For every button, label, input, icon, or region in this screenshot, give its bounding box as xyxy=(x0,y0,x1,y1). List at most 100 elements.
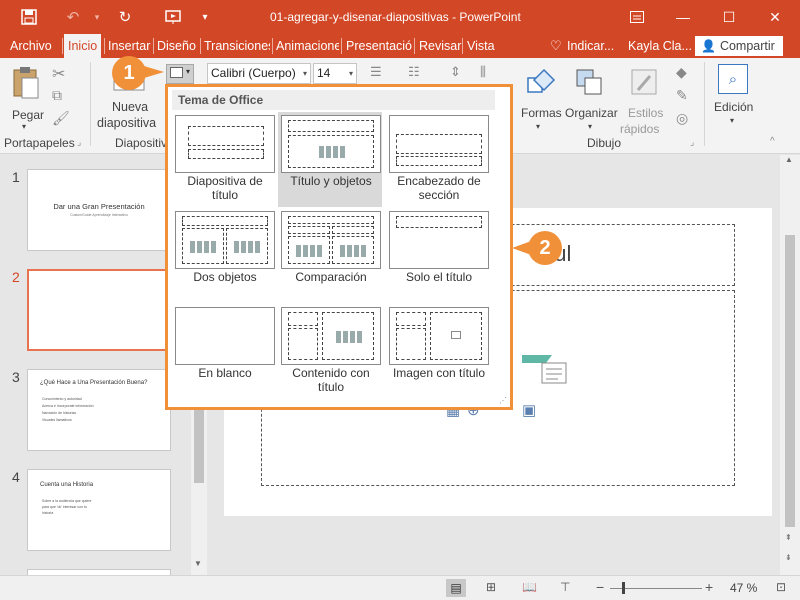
redo-icon[interactable]: ↻ xyxy=(116,8,134,26)
quick-styles-button[interactable]: Estilos rápidos xyxy=(620,64,670,136)
collapse-ribbon-icon[interactable]: ^ xyxy=(770,136,775,147)
layout-title-slide[interactable]: Diapositiva de título xyxy=(172,112,275,204)
zoom-slider-thumb[interactable] xyxy=(622,582,625,594)
arrange-button[interactable]: Organizar ▾ xyxy=(563,64,619,134)
tab-vista[interactable]: Vista xyxy=(467,34,495,58)
picture-box xyxy=(430,312,482,360)
maximize-button[interactable]: ☐ xyxy=(706,0,752,34)
scroll-up-icon[interactable]: ▲ xyxy=(785,155,793,164)
slide-bullets: Sobre a la audiencia que quiere para que… xyxy=(42,498,91,516)
zoom-in-icon[interactable]: + xyxy=(705,579,713,595)
tab-animaciones[interactable]: Animaciones xyxy=(276,34,339,58)
shape-effects-icon[interactable]: ◎ xyxy=(676,110,688,127)
shape-outline-icon[interactable]: ✎ xyxy=(676,87,688,104)
slideshow-view-icon[interactable]: ⊤ xyxy=(560,580,570,594)
share-button[interactable]: 👤 Compartir xyxy=(695,36,783,56)
paste-icon xyxy=(13,67,39,99)
bullet-text: Narración de historias xyxy=(42,411,77,415)
tab-presentacion[interactable]: Presentació xyxy=(346,34,412,58)
slide-subtitle: CustomGuide Aprendizaje Interactivo xyxy=(70,213,128,217)
scroll-down-icon[interactable]: ▼ xyxy=(194,559,202,568)
layout-label: Encabezado de sección xyxy=(397,174,481,202)
fit-to-window-icon[interactable]: ⊡ xyxy=(776,580,786,594)
layout-title-only[interactable]: Solo el título xyxy=(386,208,489,300)
next-slide-icon[interactable]: ⇟ xyxy=(785,553,792,562)
clipboard-group-label: Portapapeles xyxy=(4,136,75,150)
line-spacing-icon[interactable]: ⇕ xyxy=(450,64,461,80)
layout-content-with-caption[interactable]: Contenido con título xyxy=(278,304,381,396)
editor-scrollbar[interactable]: ▲ ⇞ ⇟ xyxy=(780,155,800,575)
content-box xyxy=(288,135,374,168)
resize-grip-icon[interactable]: ⋰ xyxy=(499,396,507,405)
bullets-icon[interactable]: ☰ xyxy=(370,64,382,80)
tab-separator xyxy=(414,38,415,54)
previous-slide-icon[interactable]: ⇞ xyxy=(785,533,792,542)
user-icon: 👤 xyxy=(701,39,716,53)
editing-button[interactable]: ⌕ Edición ▾ xyxy=(710,62,760,134)
content-box xyxy=(226,228,268,264)
layout-icon xyxy=(170,67,183,78)
undo-dropdown-icon[interactable]: ▾ xyxy=(88,8,106,26)
slide-thumbnail-1[interactable]: Dar una Gran Presentación CustomGuide Ap… xyxy=(27,169,171,251)
dialog-launcher-icon[interactable]: ⌟ xyxy=(690,137,694,148)
close-button[interactable]: ✕ xyxy=(752,0,798,34)
shape-fill-icon[interactable]: ◆ xyxy=(676,64,687,81)
minimize-button[interactable]: — xyxy=(660,0,706,34)
title-box xyxy=(188,126,264,146)
title-box xyxy=(396,312,426,326)
layout-gallery: Tema de Office Diapositiva de título Títu… xyxy=(165,84,513,410)
customize-toolbar-icon[interactable]: ▾ xyxy=(196,8,214,26)
shapes-button[interactable]: Formas ▾ xyxy=(520,64,562,134)
chevron-down-icon: ▾ xyxy=(730,116,735,125)
font-size-combo[interactable]: 14 ▾ xyxy=(313,63,357,84)
step-callout-2: 2 xyxy=(528,231,562,265)
layout-blank[interactable]: En blanco xyxy=(172,304,275,396)
layout-picture-with-caption[interactable]: Imagen con título xyxy=(386,304,489,396)
layout-thumbnail xyxy=(389,115,489,173)
window-title: 01-agregar-y-disenar-diapositivas - Powe… xyxy=(270,10,521,24)
insert-video-icon[interactable]: ▣ xyxy=(522,401,536,419)
start-slideshow-icon[interactable] xyxy=(164,8,182,26)
layout-title-and-content[interactable]: Título y objetos xyxy=(278,112,382,207)
group-separator xyxy=(704,62,705,146)
layout-section-header[interactable]: Encabezado de sección xyxy=(386,112,489,204)
slide-thumbnail-3[interactable]: ¿Qué Hace a Una Presentación Buena? Cono… xyxy=(27,369,171,451)
cut-icon[interactable]: ✂ xyxy=(52,64,65,84)
zoom-out-icon[interactable]: − xyxy=(596,579,604,595)
tab-diseno[interactable]: Diseño xyxy=(157,34,196,58)
slide-sorter-icon[interactable]: ⊞ xyxy=(486,580,496,594)
format-painter-icon[interactable]: 🖌 xyxy=(52,110,70,127)
scroll-thumb[interactable] xyxy=(785,235,795,527)
callout-arrow-1 xyxy=(144,66,164,78)
tell-me-search[interactable]: Indicar... xyxy=(567,34,614,58)
user-name[interactable]: Kayla Cla... xyxy=(628,34,692,58)
ribbon-display-options-icon[interactable] xyxy=(614,0,660,34)
slide-number: 4 xyxy=(12,469,20,485)
save-icon[interactable] xyxy=(20,8,38,26)
tab-revisar[interactable]: Revisar xyxy=(419,34,461,58)
paste-button[interactable]: Pegar ▾ xyxy=(10,66,44,131)
font-name-combo[interactable]: Calibri (Cuerpo) ▾ xyxy=(207,63,311,84)
copy-icon[interactable]: ⧉ xyxy=(52,87,62,104)
zoom-level[interactable]: 47 % xyxy=(730,581,757,595)
layout-label: En blanco xyxy=(198,366,252,380)
layout-thumbnail xyxy=(281,211,381,269)
reading-view-icon[interactable]: 📖 xyxy=(522,580,537,594)
numbering-icon[interactable]: ☷ xyxy=(408,64,420,80)
text-direction-icon[interactable]: ⫼ xyxy=(480,64,486,80)
slide-thumbnail-2[interactable] xyxy=(27,269,171,351)
layout-button[interactable]: ▾ xyxy=(166,64,194,84)
content-box xyxy=(182,228,224,264)
undo-icon[interactable]: ↶ xyxy=(64,8,82,26)
layout-two-content[interactable]: Dos objetos xyxy=(172,208,275,300)
tab-insertar[interactable]: Insertar xyxy=(108,34,150,58)
tab-archivo[interactable]: Archivo xyxy=(10,34,52,58)
tab-inicio[interactable]: Inicio xyxy=(64,34,102,58)
layout-comparison[interactable]: Comparación xyxy=(278,208,381,300)
normal-view-icon[interactable]: ▤ xyxy=(446,579,466,597)
tab-transiciones[interactable]: Transiciones xyxy=(204,34,270,58)
text-box xyxy=(288,328,318,360)
slide-thumbnail-4[interactable]: Cuenta una Historia Sobre a la audiencia… xyxy=(27,469,171,551)
gallery-header: Tema de Office xyxy=(172,90,495,110)
dialog-launcher-icon[interactable]: ⌟ xyxy=(77,137,81,148)
